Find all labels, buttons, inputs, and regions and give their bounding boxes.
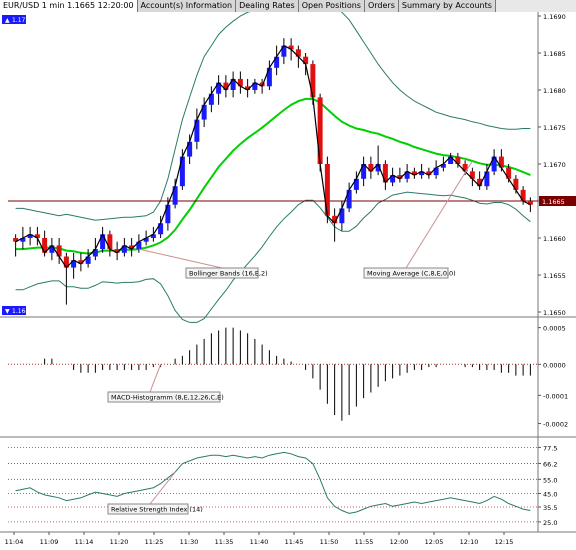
macd-tick-label: 0.0005: [543, 325, 566, 333]
chart-area[interactable]: 1.1690 1.1685 1.1680 1.1675 1.1670 1.1665 1.16…: [0, 12, 576, 550]
macd-tick-label: -0.0001: [543, 392, 568, 400]
low-badge-arrow: ▼: [5, 308, 10, 315]
y-tick-label: 1.1675: [543, 124, 566, 132]
rsi-tick-label: 55.0: [543, 476, 557, 484]
high-badge-arrow: ▲: [5, 17, 10, 24]
x-tick-label: 11:50: [320, 538, 339, 546]
rsi-tick-label: 66.2: [543, 460, 557, 468]
y-tick-label: 1.1660: [543, 235, 566, 243]
x-tick-label: 12:10: [460, 538, 479, 546]
candle-body: [179, 156, 185, 187]
candle-body: [382, 164, 388, 183]
y-tick-label: 1.1690: [543, 13, 566, 21]
tab-eurusd-chart[interactable]: EUR/USD 1 min 1.1665 12:20:00: [0, 0, 138, 12]
rsi-tick-label: 45.0: [543, 491, 557, 499]
candle-body: [317, 97, 323, 164]
candle-body: [266, 67, 272, 87]
y-tick-label: 1.1650: [543, 309, 566, 317]
x-tick-label: 11:20: [110, 538, 129, 546]
x-tick-label: 11:04: [5, 538, 24, 546]
candle-body: [324, 164, 330, 216]
rsi-tick-label: 25.0: [543, 519, 557, 527]
x-tick-label: 12:05: [425, 538, 444, 546]
candle-body: [484, 171, 490, 187]
macd-label: MACD-Histogramm (8,E,12,26,C,E): [111, 394, 224, 402]
y-tick-label: 1.1685: [543, 50, 566, 58]
x-tick-label: 11:25: [145, 538, 164, 546]
y-tick-label: 1.1680: [543, 87, 566, 95]
candle-body: [346, 189, 352, 209]
annotation-label: Moving Average (C,8,E,0,0): [367, 270, 456, 278]
x-tick-label: 12:00: [390, 538, 409, 546]
chart-background: [0, 12, 576, 550]
x-tick-label: 11:09: [40, 538, 59, 546]
x-tick-label: 11:14: [75, 538, 94, 546]
tab-account-information[interactable]: Account(s) Information: [137, 0, 237, 12]
x-tick-label: 11:40: [250, 538, 269, 546]
low-badge-label: 1.1682: [12, 308, 33, 315]
x-tick-label: 12:15: [495, 538, 514, 546]
rsi-label: Relative Strength Index (14): [111, 506, 203, 514]
x-tick-label: 11:55: [355, 538, 374, 546]
high-badge-label: 1.1728: [12, 17, 33, 24]
tab-open-positions[interactable]: Open Positions: [298, 0, 365, 12]
annotation-label: Bollinger Bands (16,E,2): [189, 270, 268, 278]
rsi-tick-label: 35.5: [543, 504, 557, 512]
x-tick-label: 11:45: [285, 538, 304, 546]
candle-body: [172, 186, 178, 205]
y-tick-label: 1.1670: [543, 161, 566, 169]
x-tick-label: 11:30: [180, 538, 199, 546]
tab-orders[interactable]: Orders: [364, 0, 399, 12]
macd-tick-label: -0.0002: [543, 421, 568, 429]
macd-tick-label: 0.0000: [543, 361, 566, 369]
x-tick-label: 11:35: [215, 538, 234, 546]
rsi-tick-label: 77.5: [543, 444, 557, 452]
current-price-label: 1.1665: [542, 198, 565, 206]
candle-body: [165, 204, 171, 224]
candle-body: [194, 119, 200, 142]
candle-body: [107, 234, 113, 250]
candle-body: [310, 64, 316, 98]
tab-summary-by-accounts[interactable]: Summary by Accounts: [398, 0, 496, 12]
tab-dealing-rates[interactable]: Dealing Rates: [236, 0, 299, 12]
y-tick-label: 1.1655: [543, 272, 566, 280]
candle-body: [339, 208, 345, 224]
